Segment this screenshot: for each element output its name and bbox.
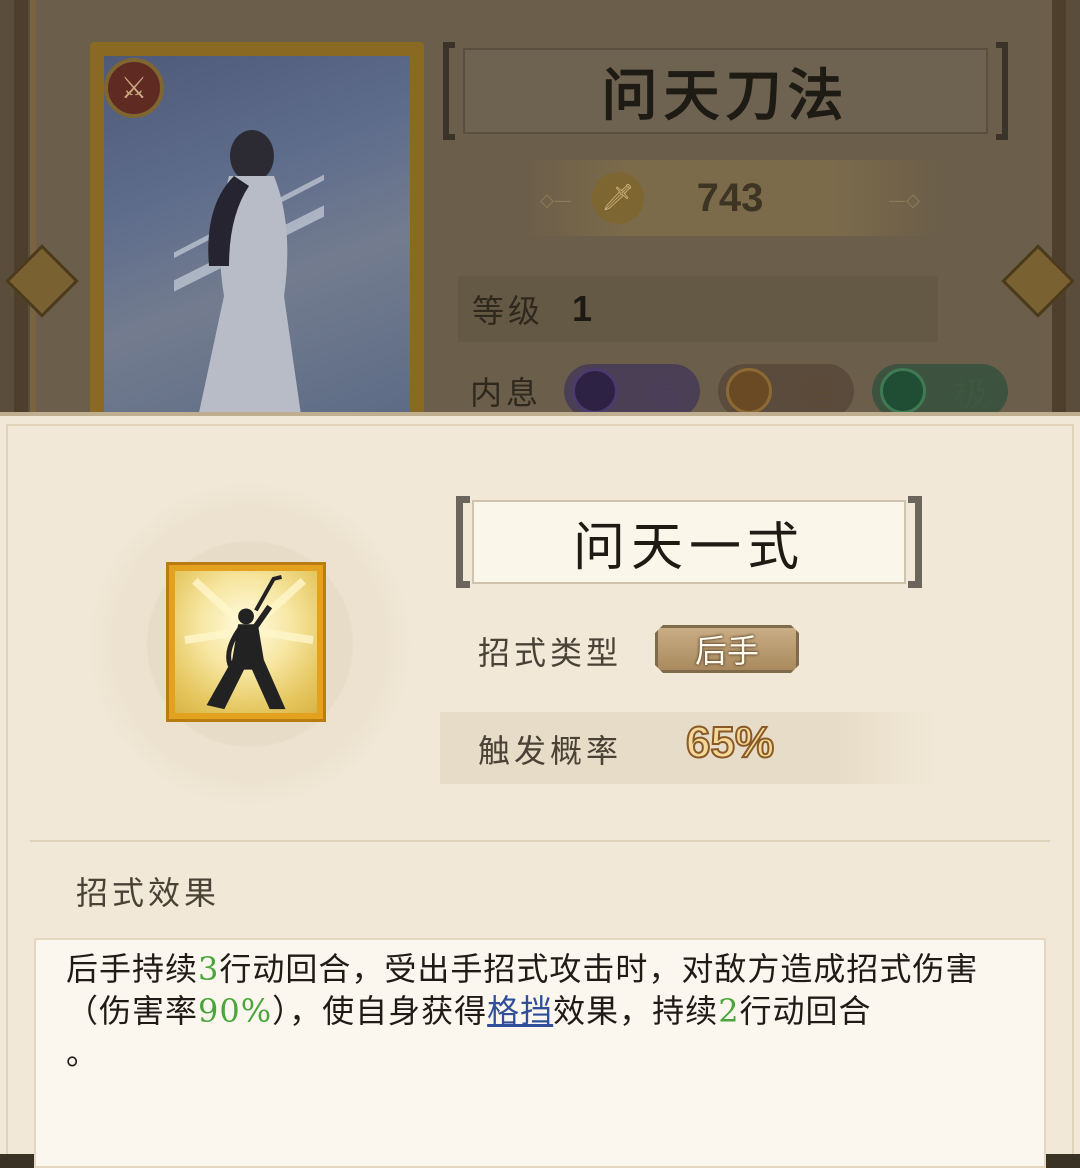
effect-text-part: 行动回合 bbox=[739, 992, 872, 1030]
power-value: 743 bbox=[696, 175, 764, 220]
level-label: 等级 bbox=[472, 292, 545, 330]
neixi-row: 内息 强 强 极 bbox=[470, 358, 1030, 412]
neixi-label: 内息 bbox=[470, 374, 543, 412]
effect-text-part: 后手持续 bbox=[66, 950, 199, 988]
level-value: 1 bbox=[572, 288, 593, 329]
sun-orb-icon bbox=[726, 368, 772, 412]
sword-power-icon: 🗡 bbox=[592, 172, 644, 224]
jade-orb-icon bbox=[880, 368, 926, 412]
effect-damage-rate: 90% bbox=[198, 992, 273, 1030]
left-ornament-icon: ◇— bbox=[540, 190, 572, 211]
neixi-pill-1[interactable]: 强 bbox=[564, 364, 700, 412]
effect-heading: 招式效果 bbox=[76, 874, 221, 912]
right-ornament-icon: —◇ bbox=[888, 190, 920, 211]
trigger-rate-label: 触发概率 bbox=[478, 732, 623, 770]
skill-title-plate: 问天一式 bbox=[456, 496, 922, 588]
frame-left-edge bbox=[14, 0, 28, 412]
effect-description-box: 后手持续3行动回合，受出手招式攻击时，对敌方造成招式伤害（伤害率90%），使自身… bbox=[34, 938, 1046, 1168]
sword-emblem-icon: ⚔ bbox=[104, 58, 164, 118]
skill-type-badge: 后手 bbox=[655, 625, 799, 673]
neixi-pill-1-text: 强 bbox=[646, 374, 680, 413]
skill-detail-popup[interactable]: 问天一式 招式类型 后手 触发概率 65% 招式效果 后手持续3行动回合，受出手… bbox=[0, 412, 1080, 1168]
frame-right-edge bbox=[1052, 0, 1066, 412]
swordsman-figure-icon bbox=[174, 130, 324, 412]
skill-icon bbox=[166, 562, 326, 722]
background-card-view: ⚔ 问天刀法 ◇— 🗡 743 —◇ 等级 1 内息 强 强 极 bbox=[0, 0, 1080, 412]
effect-description: 后手持续3行动回合，受出手招式攻击时，对敌方造成招式伤害（伤害率90%），使自身… bbox=[66, 948, 1026, 1074]
effect-text-part: 效果，持续 bbox=[553, 992, 719, 1030]
martial-art-title: 问天刀法 bbox=[463, 48, 988, 134]
swordsman-silhouette-icon bbox=[184, 575, 314, 710]
effect-duration-number: 3 bbox=[198, 950, 220, 988]
power-row: ◇— 🗡 743 —◇ bbox=[520, 160, 940, 236]
martial-art-title-plate: 问天刀法 bbox=[443, 42, 1008, 140]
neixi-pill-3[interactable]: 极 bbox=[872, 364, 1008, 412]
block-effect-link[interactable]: 格挡 bbox=[487, 992, 553, 1030]
neixi-pill-2[interactable]: 强 bbox=[718, 364, 854, 412]
trigger-rate-value: 65% bbox=[685, 717, 775, 768]
section-divider bbox=[30, 840, 1050, 842]
moon-orb-icon bbox=[572, 368, 618, 412]
skill-type-label: 招式类型 bbox=[478, 634, 623, 672]
level-row: 等级 1 bbox=[458, 276, 938, 342]
effect-text-end: 。 bbox=[66, 1034, 100, 1072]
effect-block-duration: 2 bbox=[718, 992, 740, 1030]
effect-text-part: ），使自身获得 bbox=[272, 992, 488, 1030]
neixi-pill-3-text: 极 bbox=[954, 374, 988, 413]
skill-name: 问天一式 bbox=[472, 500, 906, 584]
neixi-pill-2-text: 强 bbox=[800, 374, 834, 413]
